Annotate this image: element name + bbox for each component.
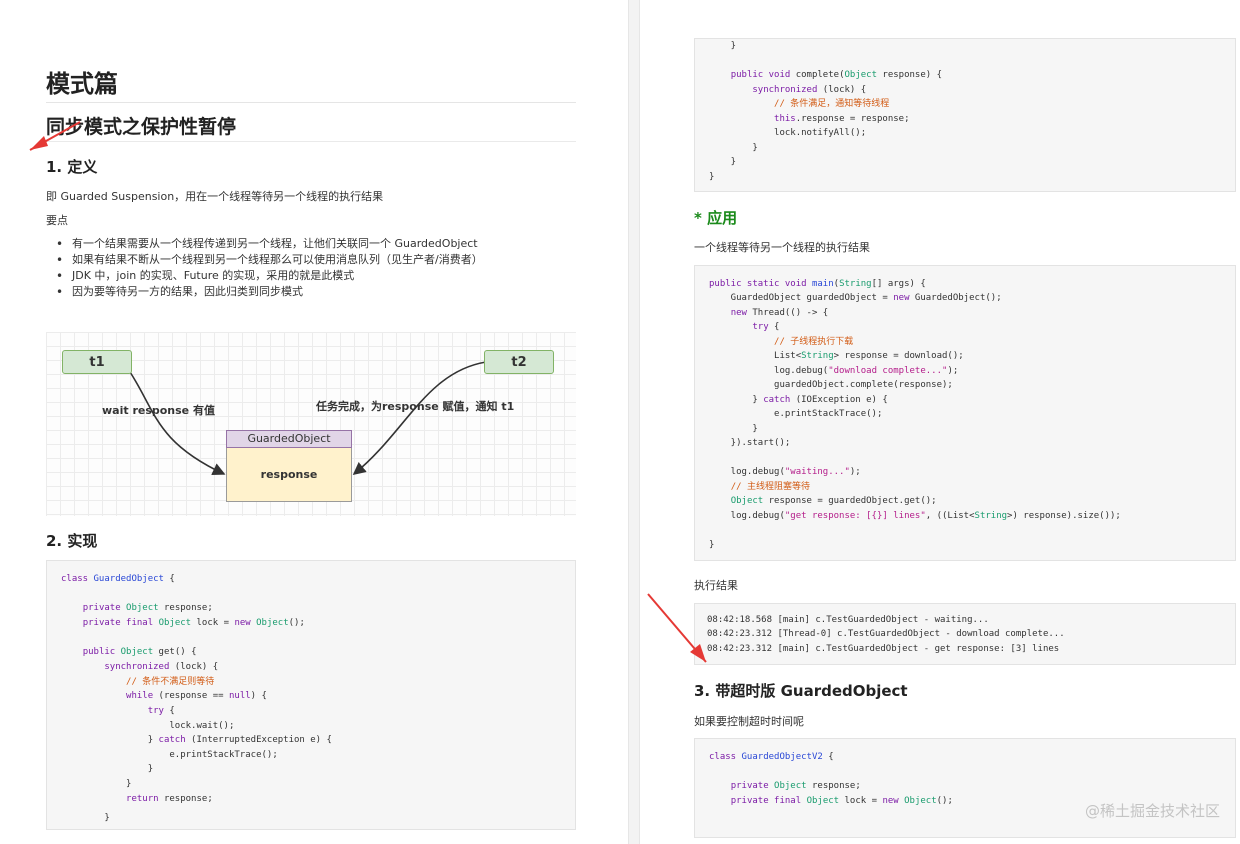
code-line: }: [709, 41, 737, 51]
log-line: 08:42:18.568 [main] c.TestGuardedObject …: [707, 615, 989, 625]
code-line: synchronized (lock) {: [752, 85, 867, 95]
key-points-list: 有一个结果需要从一个线程传递到另一个线程，让他们关联同一个 GuardedObj…: [56, 236, 483, 300]
code-line: // 子线程执行下载: [774, 337, 854, 347]
guarded-object-title: GuardedObject: [226, 430, 352, 448]
guarded-object-code-block: class GuardedObject { private Object res…: [46, 560, 576, 830]
code-line: public static void main(String[] args) {: [709, 279, 926, 289]
list-item: 如果有结果不断从一个线程到另一个线程那么可以使用消息队列（见生产者/消费者）: [56, 252, 483, 268]
page-title: 模式篇: [46, 70, 118, 98]
code-line: }).start();: [709, 438, 791, 448]
section-definition-heading: 1. 定义: [46, 158, 98, 176]
code-line: } catch (InterruptedException e) {: [61, 735, 332, 745]
code-line: e.printStackTrace();: [61, 750, 278, 760]
section-timeout-heading: 3. 带超时版 GuardedObject: [694, 682, 908, 700]
code-line: return response;: [126, 794, 213, 804]
wait-arrow: [129, 371, 226, 476]
code-line: GuardedObject guardedObject = new Guarde…: [709, 293, 1002, 303]
code-line: e.printStackTrace();: [709, 409, 883, 419]
title-divider: [46, 102, 576, 103]
code-line: Object response = guardedObject.get();: [730, 496, 937, 506]
result-label: 执行结果: [694, 579, 738, 592]
guarded-object-response: response: [226, 448, 352, 502]
watermark: @稀土掘金技术社区: [1084, 802, 1220, 820]
code-line: public Object get() {: [82, 647, 197, 657]
code-line: // 主线程阻塞等待: [730, 482, 810, 492]
code-line: }: [709, 540, 715, 550]
right-page: } public void complete(Object response) …: [640, 0, 1240, 844]
complete-method-code-block: } public void complete(Object response) …: [694, 38, 1236, 192]
code-line: log.debug("get response: [{}] lines", ((…: [709, 511, 1121, 521]
thread-t1-node: t1: [62, 350, 132, 374]
wait-label: wait response 有值: [102, 404, 215, 417]
code-line: try {: [147, 706, 175, 716]
thread-t2-node: t2: [484, 350, 554, 374]
code-line: // 条件满足，通知等待线程: [774, 99, 890, 109]
definition-text: 即 Guarded Suspension，用在一个线程等待另一个线程的执行结果: [46, 190, 384, 203]
code-line: this.response = response;: [774, 114, 910, 124]
code-line: synchronized (lock) {: [104, 662, 219, 672]
code-line: guardedObject.complete(response);: [709, 380, 953, 390]
code-line: }: [61, 813, 110, 823]
code-line: log.debug("waiting...");: [709, 467, 861, 477]
log-line: 08:42:23.312 [Thread-0] c.TestGuardedObj…: [707, 629, 1065, 639]
list-item: 有一个结果需要从一个线程传递到另一个线程，让他们关联同一个 GuardedObj…: [56, 236, 483, 252]
annotation-arrow-icon: [29, 121, 81, 151]
annotation-arrow-icon: [647, 593, 707, 663]
notify-arrow: [352, 361, 487, 476]
code-line: public void complete(Object response) {: [730, 70, 943, 80]
guarded-object-v2-code-block: class GuardedObjectV2 { private Object r…: [694, 738, 1236, 838]
main-method-code-block: public static void main(String[] args) {…: [694, 265, 1236, 561]
code-line: private Object response;: [82, 603, 213, 613]
timeout-description: 如果要控制超时时间呢: [694, 715, 804, 728]
code-line: // 条件不满足则等待: [126, 677, 215, 687]
code-line: try {: [752, 322, 780, 332]
section-implementation-heading: 2. 实现: [46, 532, 98, 550]
code-line: private Object response;: [730, 781, 861, 791]
code-line: class GuardedObjectV2 {: [709, 752, 834, 762]
code-line: class GuardedObject {: [61, 574, 175, 584]
code-line: }: [709, 143, 758, 153]
execution-log-block: 08:42:18.568 [main] c.TestGuardedObject …: [694, 603, 1236, 665]
code-line: lock.wait();: [61, 721, 235, 731]
code-line: }: [709, 157, 737, 167]
code-line: private final Object lock = new Object()…: [82, 618, 305, 628]
code-line: lock.notifyAll();: [709, 128, 867, 138]
apply-description: 一个线程等待另一个线程的执行结果: [694, 241, 870, 254]
code-line: private final Object lock = new Object()…: [730, 796, 953, 806]
code-line: while (response == null) {: [126, 691, 267, 701]
code-line: }: [709, 424, 758, 434]
code-line: }: [709, 172, 715, 182]
left-page: 模式篇 同步模式之保护性暂停 1. 定义 即 Guarded Suspensio…: [0, 0, 628, 844]
code-line: List<String> response = download();: [709, 351, 964, 361]
code-line: new Thread(() -> {: [730, 308, 829, 318]
key-points-label: 要点: [46, 214, 68, 227]
section-apply-heading: * 应用: [694, 209, 738, 227]
code-line: log.debug("download complete...");: [709, 366, 959, 376]
list-item: 因为要等待另一方的结果，因此归类到同步模式: [56, 284, 483, 300]
notify-label: 任务完成，为response 赋值，通知 t1: [316, 400, 515, 413]
guarded-object-diagram: t1 t2 wait response 有值 任务完成，为response 赋值…: [46, 332, 576, 516]
code-line: }: [61, 779, 132, 789]
subtitle-divider: [46, 141, 576, 142]
page-divider: [628, 0, 640, 844]
code-line: }: [61, 764, 154, 774]
log-line: 08:42:23.312 [main] c.TestGuardedObject …: [707, 644, 1060, 654]
code-line: } catch (IOException e) {: [709, 395, 888, 405]
list-item: JDK 中，join 的实现、Future 的实现，采用的就是此模式: [56, 268, 483, 284]
